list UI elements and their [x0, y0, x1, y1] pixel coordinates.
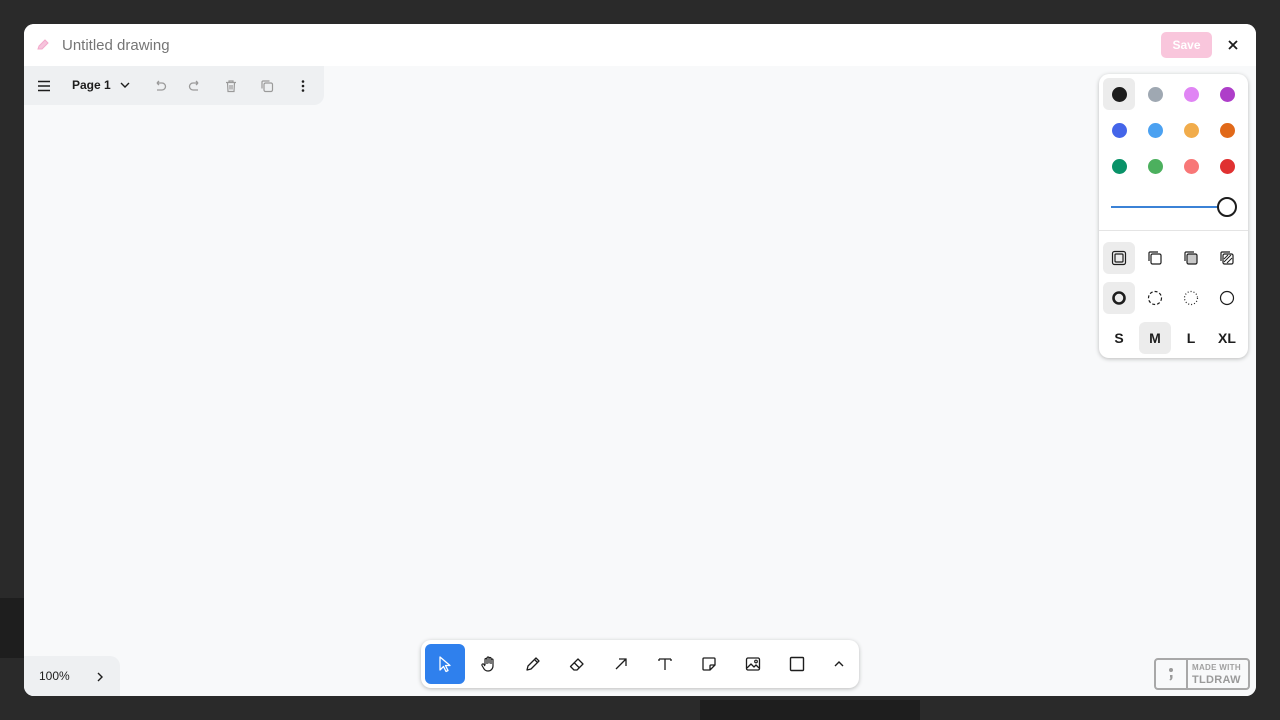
tldraw-logo-icon	[1164, 665, 1178, 683]
made-with-tldraw-badge[interactable]: MADE WITH TLDRAW	[1154, 658, 1250, 690]
select-tool[interactable]	[425, 644, 465, 684]
fill-pattern-icon[interactable]	[1211, 242, 1243, 274]
size-option-label: M	[1149, 330, 1161, 346]
arrow-tool[interactable]	[601, 644, 641, 684]
style-panel: S M L XL	[1099, 74, 1248, 358]
eraser-icon	[569, 658, 584, 671]
more-vertical-icon[interactable]	[291, 74, 315, 98]
color-swatch-dot	[1147, 122, 1163, 138]
color-swatch-green[interactable]	[1103, 150, 1135, 182]
eraser-tool[interactable]	[557, 644, 597, 684]
watermark-line1: MADE WITH	[1192, 663, 1241, 672]
sticky-note-icon	[702, 657, 716, 671]
color-swatch-light-green[interactable]	[1139, 150, 1171, 182]
watermark-divider	[1186, 660, 1188, 688]
color-swatch-light-violet[interactable]	[1175, 78, 1207, 110]
undo-icon[interactable]	[148, 74, 172, 98]
color-swatch-grey[interactable]	[1139, 78, 1171, 110]
color-swatch-red[interactable]	[1211, 150, 1243, 182]
arrow-icon	[615, 658, 627, 670]
color-swatch-orange[interactable]	[1211, 114, 1243, 146]
size-option-label: S	[1114, 330, 1124, 346]
drawing-canvas[interactable]	[24, 66, 1256, 696]
zoom-panel: 100%	[24, 656, 120, 696]
text-tool[interactable]	[645, 644, 685, 684]
redo-icon[interactable]	[183, 74, 207, 98]
pencil-icon	[36, 38, 50, 52]
size-option-xl[interactable]: XL	[1211, 322, 1243, 354]
color-swatch-dot	[1111, 122, 1127, 138]
note-tool[interactable]	[689, 644, 729, 684]
watermark-line2: TLDRAW	[1192, 674, 1241, 686]
menu-panel: Page 1	[24, 66, 324, 105]
chevron-down-icon[interactable]	[118, 78, 132, 92]
color-swatch-dot	[1111, 86, 1127, 102]
pencil-icon	[526, 657, 540, 671]
chevron-right-icon[interactable]	[94, 670, 106, 682]
color-swatch-dot	[1219, 86, 1235, 102]
fill-solid-icon[interactable]	[1175, 242, 1207, 274]
page-label[interactable]: Page 1	[72, 78, 111, 92]
fill-semi-icon[interactable]	[1139, 242, 1171, 274]
dash-dotted-icon[interactable]	[1175, 282, 1207, 314]
color-swatch-dot	[1147, 158, 1163, 174]
trash-icon[interactable]	[219, 74, 243, 98]
color-swatch-light-red[interactable]	[1175, 150, 1207, 182]
modal-header: Save	[24, 24, 1256, 66]
zoom-level[interactable]: 100%	[39, 669, 70, 683]
image-tool[interactable]	[733, 644, 773, 684]
opacity-slider-track[interactable]	[1111, 206, 1225, 208]
color-swatch-dot	[1219, 158, 1235, 174]
color-swatch-black[interactable]	[1103, 78, 1135, 110]
fill-none-icon[interactable]	[1103, 242, 1135, 274]
color-swatch-dot	[1219, 122, 1235, 138]
dash-solid-icon[interactable]	[1211, 282, 1243, 314]
hamburger-menu-icon[interactable]	[32, 74, 56, 98]
hand-tool[interactable]	[469, 644, 509, 684]
tool-toolbar	[421, 640, 859, 688]
more-tools[interactable]	[819, 644, 859, 684]
image-icon	[745, 657, 761, 671]
color-swatch-dot	[1147, 86, 1163, 102]
color-swatch-dot	[1111, 158, 1127, 174]
draw-tool[interactable]	[513, 644, 553, 684]
backdrop-strip-bottom	[700, 700, 920, 720]
color-swatch-violet[interactable]	[1211, 78, 1243, 110]
size-option-s[interactable]: S	[1103, 322, 1135, 354]
color-swatch-blue[interactable]	[1103, 114, 1135, 146]
text-icon	[658, 658, 672, 670]
duplicate-icon[interactable]	[255, 74, 279, 98]
rectangle-icon	[789, 656, 805, 672]
cursor-icon	[439, 656, 451, 673]
dash-draw-icon[interactable]	[1103, 282, 1135, 314]
dash-dashed-icon[interactable]	[1139, 282, 1171, 314]
backdrop-strip-left	[0, 598, 24, 658]
size-option-label: L	[1186, 330, 1196, 346]
size-option-m[interactable]: M	[1139, 322, 1171, 354]
size-option-l[interactable]: L	[1175, 322, 1207, 354]
color-swatch-dot	[1183, 122, 1199, 138]
size-option-label: XL	[1218, 330, 1236, 346]
color-swatch-dot	[1183, 86, 1199, 102]
hand-icon	[481, 656, 494, 672]
opacity-slider-thumb[interactable]	[1217, 197, 1237, 217]
save-button[interactable]: Save	[1161, 32, 1212, 58]
drawing-modal: Save Page 1	[24, 24, 1256, 696]
title-input[interactable]	[62, 33, 462, 57]
color-swatch-yellow[interactable]	[1175, 114, 1207, 146]
close-icon[interactable]	[1222, 34, 1244, 56]
panel-divider	[1099, 230, 1248, 231]
color-swatch-light-blue[interactable]	[1139, 114, 1171, 146]
color-swatch-dot	[1183, 158, 1199, 174]
chevron-up-icon	[834, 661, 844, 667]
rectangle-tool[interactable]	[777, 644, 817, 684]
